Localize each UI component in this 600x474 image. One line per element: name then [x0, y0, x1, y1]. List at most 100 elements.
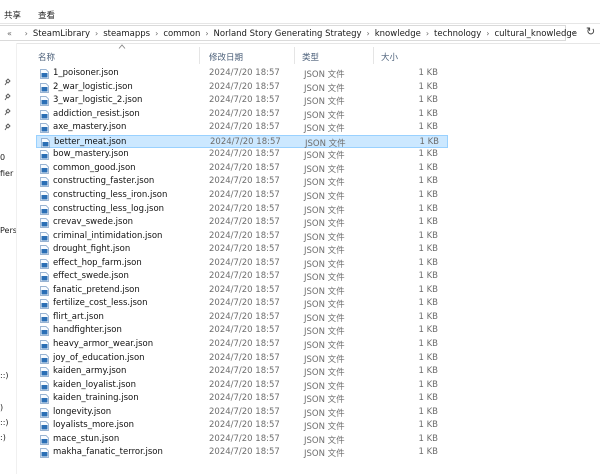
file-name: makha_fanatic_terror.json: [53, 447, 163, 458]
column-size[interactable]: 大小: [381, 51, 398, 63]
file-size: 1 KB: [418, 217, 438, 228]
file-size: 1 KB: [418, 325, 438, 336]
column-divider[interactable]: [373, 47, 374, 64]
file-row[interactable]: constructing_less_log.json 2024/7/20 18:5…: [36, 203, 448, 217]
breadcrumb-separator-icon[interactable]: ›: [367, 29, 370, 38]
file-row[interactable]: constructing_faster.json 2024/7/20 18:57 J…: [36, 175, 448, 189]
file-row[interactable]: handfighter.json 2024/7/20 18:57 JSON 文件 1 …: [36, 324, 448, 338]
file-row[interactable]: makha_fanatic_terror.json 2024/7/20 18:57…: [36, 446, 448, 460]
breadcrumb-item[interactable]: Norland Story Generating Strategy: [214, 29, 362, 39]
file-date: 2024/7/20 18:57: [209, 230, 280, 241]
file-date: 2024/7/20 18:57: [209, 149, 280, 160]
nav-item-fragment[interactable]: fier: [0, 169, 13, 178]
file-row[interactable]: fanatic_pretend.json 2024/7/20 18:57 JSON …: [36, 284, 448, 298]
file-type: JSON 文件: [304, 286, 345, 297]
file-row[interactable]: heavy_armor_wear.json 2024/7/20 18:57 JSON…: [36, 338, 448, 352]
breadcrumb-separator-icon[interactable]: ›: [486, 29, 489, 38]
file-row[interactable]: 3_war_logistic_2.json 2024/7/20 18:57 JSON…: [36, 94, 448, 108]
file-name: bow_mastery.json: [53, 149, 129, 160]
file-name: 2_war_logistic.json: [53, 81, 133, 92]
address-field[interactable]: « › SteamLibrary › steamapps › common › Norland…: [0, 25, 577, 41]
column-divider[interactable]: [294, 47, 295, 64]
file-row[interactable]: criminal_intimidation.json 2024/7/20 18:5…: [36, 230, 448, 244]
file-name: constructing_faster.json: [53, 176, 155, 187]
breadcrumb-separator-icon[interactable]: ›: [155, 29, 158, 38]
file-row[interactable]: kaiden_training.json 2024/7/20 18:57 JSON …: [36, 392, 448, 406]
file-name: effect_swede.json: [53, 271, 129, 282]
file-type: JSON 文件: [304, 341, 345, 351]
file-name: constructing_less_iron.json: [53, 189, 168, 200]
file-date: 2024/7/20 18:57: [209, 339, 280, 349]
column-date[interactable]: 修改日期: [209, 51, 243, 63]
tab-view[interactable]: 查看: [38, 9, 55, 21]
breadcrumb-separator-icon[interactable]: ›: [95, 29, 98, 38]
nav-item-fragment[interactable]: 0: [0, 153, 5, 162]
file-name: joy_of_education.json: [53, 352, 145, 363]
nav-item-fragment[interactable]: Perso: [0, 226, 16, 235]
file-row[interactable]: 2_war_logistic.json 2024/7/20 18:57 JSON 文…: [36, 81, 448, 95]
file-row[interactable]: longevity.json 2024/7/20 18:57 JSON 文件 1 KB: [36, 406, 448, 420]
file-row[interactable]: better_meat.json 2024/7/20 18:57 JSON 文件 1 …: [36, 134, 448, 149]
breadcrumb-item[interactable]: technology: [434, 29, 481, 39]
breadcrumb-item[interactable]: cultural_knowledge: [494, 29, 577, 39]
json-file-icon: [40, 218, 49, 228]
file-date: 2024/7/20 18:57: [209, 420, 280, 431]
file-row[interactable]: fertilize_cost_less.json 2024/7/20 18:57 J…: [36, 297, 448, 311]
file-name: 3_war_logistic_2.json: [53, 95, 143, 106]
file-date: 2024/7/20 18:57: [209, 447, 280, 458]
file-type: JSON 文件: [304, 70, 345, 80]
file-row[interactable]: joy_of_education.json 2024/7/20 18:57 JSON…: [36, 352, 448, 366]
column-type[interactable]: 类型: [302, 51, 319, 63]
column-divider[interactable]: [199, 47, 200, 64]
refresh-icon[interactable]: ↻: [586, 25, 595, 38]
file-row[interactable]: axe_mastery.json 2024/7/20 18:57 JSON 文件 1 …: [36, 121, 448, 135]
file-row[interactable]: kaiden_loyalist.json 2024/7/20 18:57 JSON …: [36, 379, 448, 393]
file-name: constructing_less_log.json: [53, 203, 165, 214]
file-name: better_meat.json: [54, 136, 127, 147]
file-type: JSON 文件: [304, 368, 345, 379]
nav-item-fragment[interactable]: ::): [0, 371, 9, 380]
breadcrumb-separator-icon[interactable]: ›: [25, 29, 28, 38]
file-type: JSON 文件: [304, 422, 345, 433]
breadcrumb-separator-icon[interactable]: ›: [426, 29, 429, 38]
file-row[interactable]: constructing_less_iron.json 2024/7/20 18:…: [36, 189, 448, 203]
nav-item-fragment[interactable]: :): [0, 433, 6, 442]
file-size: 1 KB: [419, 136, 439, 147]
file-row[interactable]: flirt_art.json 2024/7/20 18:57 JSON 文件 1 KB: [36, 311, 448, 325]
chevron-down-icon[interactable]: ⌄: [570, 27, 577, 36]
file-date: 2024/7/20 18:57: [209, 298, 280, 309]
file-row[interactable]: common_good.json 2024/7/20 18:57 JSON 文件 1 …: [36, 162, 448, 176]
nav-item-fragment[interactable]: ::): [0, 418, 9, 427]
file-type: JSON 文件: [304, 219, 345, 230]
breadcrumb-item[interactable]: SteamLibrary: [33, 29, 90, 39]
file-row[interactable]: crevav_swede.json 2024/7/20 18:57 JSON 文件 1…: [36, 216, 448, 230]
file-size: 1 KB: [418, 68, 438, 78]
file-size: 1 KB: [418, 271, 438, 282]
file-row[interactable]: loyalists_more.json 2024/7/20 18:57 JSON 文…: [36, 419, 448, 433]
file-row[interactable]: 1_poisoner.json 2024/7/20 18:57 JSON 文件 1 K…: [36, 67, 448, 81]
file-row[interactable]: mace_stun.json 2024/7/20 18:57 JSON 文件 1 KB: [36, 433, 448, 447]
file-size: 1 KB: [418, 230, 438, 241]
breadcrumb-item[interactable]: steamapps: [103, 29, 150, 39]
file-row[interactable]: bow_mastery.json 2024/7/20 18:57 JSON 文件 1 …: [36, 148, 448, 162]
pin-icon: [4, 108, 11, 118]
file-type: JSON 文件: [304, 259, 345, 270]
file-type: JSON 文件: [304, 313, 345, 324]
breadcrumb-separator-icon[interactable]: ›: [205, 29, 208, 38]
file-size: 1 KB: [418, 149, 438, 160]
file-row[interactable]: addiction_resist.json 2024/7/20 18:57 JSON…: [36, 108, 448, 122]
file-row[interactable]: effect_swede.json 2024/7/20 18:57 JSON 文件 1…: [36, 270, 448, 284]
overflow-chevron-icon[interactable]: «: [7, 29, 12, 38]
file-date: 2024/7/20 18:57: [209, 108, 280, 119]
file-row[interactable]: drought_fight.json 2024/7/20 18:57 JSON 文件…: [36, 243, 448, 257]
file-row[interactable]: effect_hop_farm.json 2024/7/20 18:57 JSON …: [36, 257, 448, 271]
breadcrumb-item[interactable]: knowledge: [375, 29, 421, 39]
file-type: JSON 文件: [304, 151, 345, 162]
file-size: 1 KB: [418, 95, 438, 106]
nav-item-fragment[interactable]: ): [0, 403, 3, 412]
file-type: JSON 文件: [304, 246, 345, 257]
tab-share[interactable]: 共享: [4, 9, 21, 21]
column-name[interactable]: 名称: [38, 51, 55, 63]
breadcrumb-item[interactable]: common: [163, 29, 200, 39]
file-row[interactable]: kaiden_army.json 2024/7/20 18:57 JSON 文件 1 …: [36, 365, 448, 379]
